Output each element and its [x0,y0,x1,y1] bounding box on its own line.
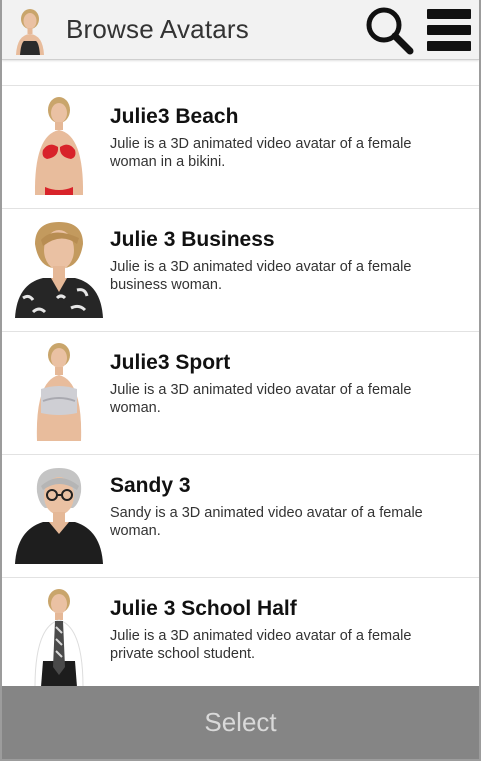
avatar-name: Sandy 3 [110,474,191,497]
select-button[interactable]: Select [2,686,479,759]
action-bar: Browse Avatars [2,0,479,60]
footer-bar: Select [2,686,479,759]
list-item[interactable]: Julie3 Sport Julie is a 3D animated vide… [2,332,479,455]
avatar-description: Julie is a 3D animated video avatar of a… [110,382,412,416]
list-item[interactable]: Julie3 Beach Julie is a 3D animated vide… [2,86,479,209]
avatar-logo-icon[interactable] [12,5,48,55]
avatar-name: Julie3 Beach [110,105,239,128]
avatar-name: Julie 3 School Half [110,597,297,620]
avatar-description: Julie is a 3D animated video avatar of a… [110,136,412,170]
avatar-thumbnail [15,468,103,564]
avatar-thumbnail [15,222,103,318]
avatar-thumbnail [34,97,84,195]
search-icon[interactable] [363,4,415,56]
page-title: Browse Avatars [66,14,249,44]
avatar-list[interactable]: Julie3 Beach Julie is a 3D animated vide… [2,60,479,686]
list-item[interactable]: Julie 3 Business Julie is a 3D animated … [2,209,479,332]
avatar-name: Julie 3 Business [110,228,275,251]
avatar-thumbnail [34,589,84,686]
list-item[interactable]: Sandy 3 Sandy is a 3D animated video ava… [2,455,479,578]
avatar-name: Julie3 Sport [110,351,231,374]
avatar-thumbnail [36,343,82,441]
menu-icon[interactable] [425,5,473,55]
list-top-spacer [2,60,479,86]
avatar-description: Julie is a 3D animated video avatar of a… [110,259,412,293]
app-window: Browse Avatars Julie3 Beach Julie is a 3… [0,0,481,761]
avatar-description: Julie is a 3D animated video avatar of a… [110,628,412,662]
avatar-description: Sandy is a 3D animated video avatar of a… [110,505,423,539]
list-item[interactable]: Julie 3 School Half Julie is a 3D animat… [2,578,479,686]
